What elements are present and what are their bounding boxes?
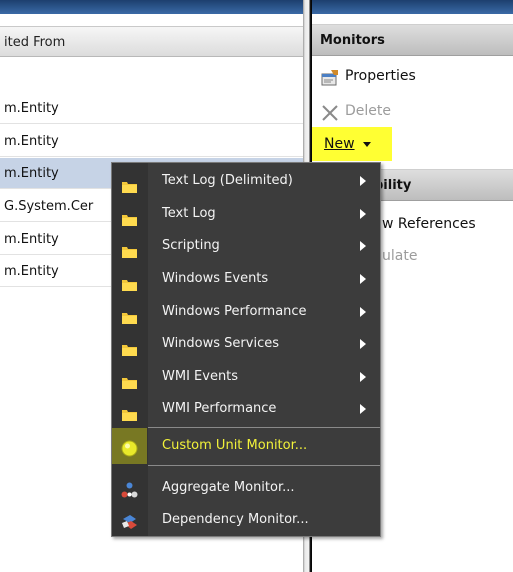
properties-action[interactable]: Properties — [312, 60, 513, 92]
actions-title-bar — [312, 0, 513, 14]
folder-icon — [122, 370, 137, 389]
submenu-arrow-icon — [360, 241, 366, 251]
menu-item-wmi-events[interactable]: WMI Events — [112, 361, 380, 393]
menu-item-text-log-delimited[interactable]: Text Log (Delimited) — [112, 165, 380, 197]
new-menu-button[interactable]: New — [312, 127, 392, 161]
menu-item-label: Text Log — [162, 206, 216, 221]
menu-item-custom-unit-monitor[interactable]: Custom Unit Monitor... — [112, 430, 380, 462]
menu-item-label: Windows Services — [162, 336, 279, 351]
menu-separator — [148, 465, 380, 466]
submenu-arrow-icon — [360, 176, 366, 186]
submenu-arrow-icon — [360, 274, 366, 284]
new-monitor-context-menu: Text Log (Delimited) Text Log Scripting … — [111, 162, 381, 537]
delete-action[interactable]: Delete — [312, 95, 513, 127]
grid-title-bar — [0, 0, 305, 14]
monitors-section-header[interactable]: Monitors — [312, 24, 513, 56]
menu-item-windows-events[interactable]: Windows Events — [112, 263, 380, 295]
menu-item-label: Text Log (Delimited) — [162, 173, 293, 188]
folder-icon — [122, 272, 137, 291]
menu-item-wmi-performance[interactable]: WMI Performance — [112, 393, 380, 425]
view-references-action[interactable]: w References — [382, 216, 476, 232]
folder-icon — [122, 239, 137, 258]
folder-icon — [122, 337, 137, 356]
menu-item-windows-performance[interactable]: Windows Performance — [112, 296, 380, 328]
folder-icon — [122, 305, 137, 324]
dependency-monitor-icon — [121, 512, 138, 529]
menu-item-windows-services[interactable]: Windows Services — [112, 328, 380, 360]
menu-item-label: Custom Unit Monitor... — [162, 438, 308, 453]
menu-item-label: Windows Performance — [162, 304, 307, 319]
chevron-down-icon — [363, 141, 371, 147]
folder-icon — [122, 174, 137, 193]
submenu-arrow-icon — [360, 372, 366, 382]
new-label: New — [324, 136, 355, 152]
menu-separator — [148, 427, 380, 428]
delete-icon — [320, 102, 340, 121]
simulate-action[interactable]: ulate — [382, 248, 417, 264]
menu-item-label: WMI Performance — [162, 401, 277, 416]
menu-item-text-log[interactable]: Text Log — [112, 198, 380, 230]
menu-item-label: Aggregate Monitor... — [162, 480, 295, 495]
submenu-arrow-icon — [360, 209, 366, 219]
menu-item-label: WMI Events — [162, 369, 239, 384]
table-row[interactable]: m.Entity — [0, 93, 303, 124]
folder-icon — [122, 402, 137, 421]
menu-item-label: Windows Events — [162, 271, 269, 286]
column-header-inherited-from[interactable]: ited From — [0, 26, 303, 57]
properties-label: Properties — [345, 68, 416, 84]
menu-item-label: Scripting — [162, 238, 220, 253]
unit-monitor-icon — [121, 438, 138, 457]
submenu-arrow-icon — [360, 307, 366, 317]
delete-label: Delete — [345, 103, 391, 119]
menu-item-aggregate-monitor[interactable]: Aggregate Monitor... — [112, 472, 380, 504]
submenu-arrow-icon — [360, 339, 366, 349]
menu-item-scripting[interactable]: Scripting — [112, 230, 380, 262]
menu-item-label: Dependency Monitor... — [162, 512, 309, 527]
submenu-arrow-icon — [360, 404, 366, 414]
menu-item-dependency-monitor[interactable]: Dependency Monitor... — [112, 504, 380, 536]
aggregate-monitor-icon — [121, 480, 138, 498]
properties-icon — [320, 67, 340, 86]
folder-icon — [122, 207, 137, 226]
table-row[interactable]: m.Entity — [0, 126, 303, 157]
